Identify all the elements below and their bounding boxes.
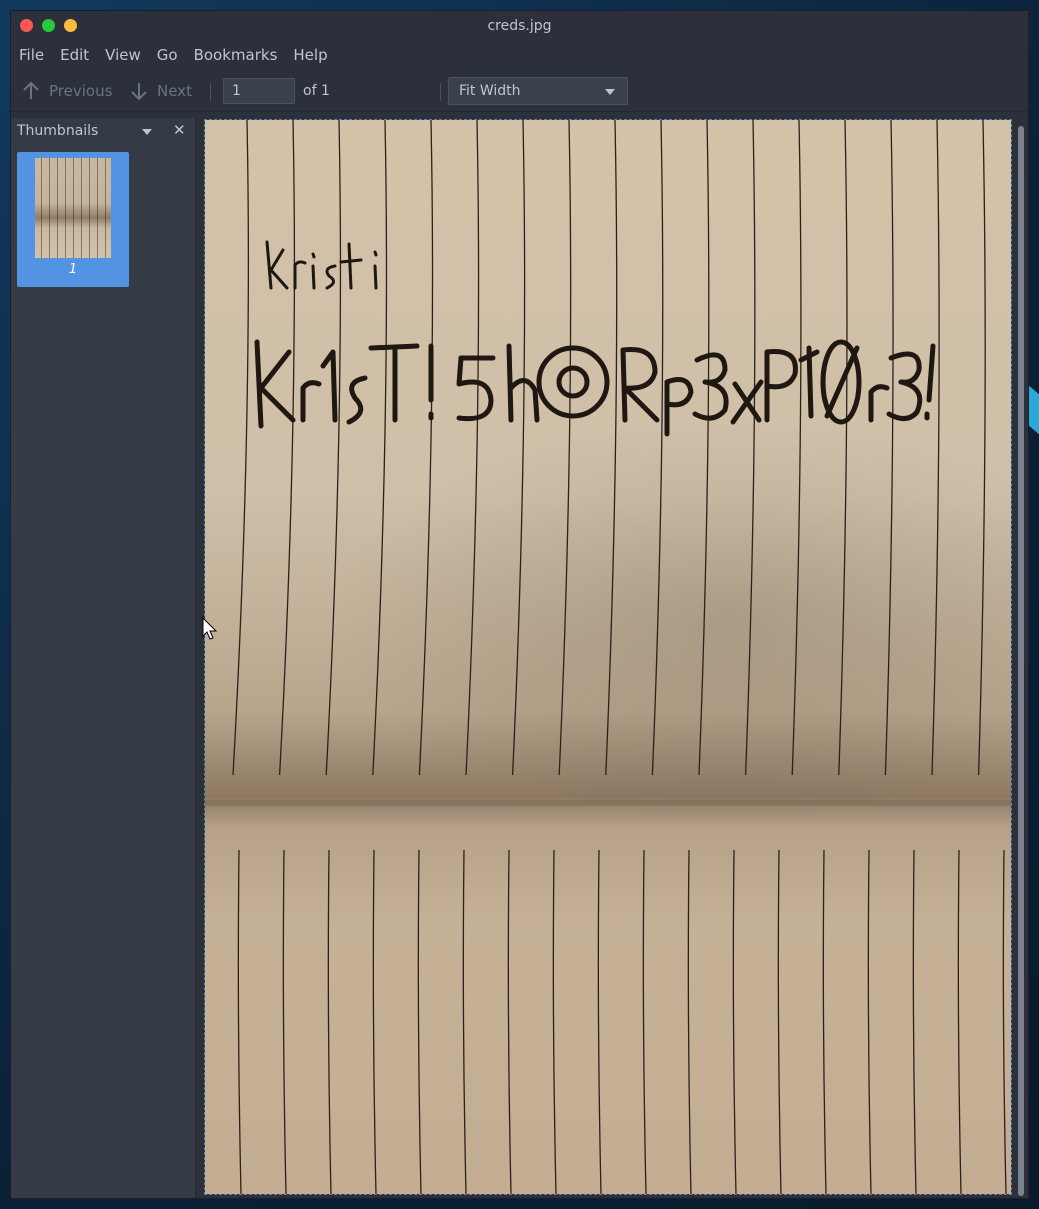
menu-edit[interactable]: Edit <box>52 41 97 69</box>
close-icon[interactable]: ✕ <box>173 121 186 139</box>
arrow-up-icon <box>23 81 39 99</box>
thumbnail-image <box>35 158 111 258</box>
menu-bookmarks[interactable]: Bookmarks <box>186 41 286 69</box>
sidebar-header: Thumbnails ✕ <box>11 118 195 144</box>
menu-go[interactable]: Go <box>149 41 186 69</box>
toolbar-separator <box>210 83 211 101</box>
chevron-down-icon <box>605 89 615 95</box>
window-title: creds.jpg <box>487 18 552 34</box>
toolbar: Previous Next of 1 Fit Width <box>11 71 1028 112</box>
previous-button[interactable]: Previous <box>21 79 112 103</box>
menu-help[interactable]: Help <box>285 41 335 69</box>
desktop-accent <box>1029 385 1039 435</box>
thumbnail-page-1[interactable]: 1 <box>17 152 129 287</box>
titlebar: creds.jpg <box>11 11 1028 41</box>
vertical-scrollbar[interactable] <box>1018 126 1024 1196</box>
next-label: Next <box>157 82 192 100</box>
chevron-down-icon[interactable] <box>142 129 152 135</box>
next-button[interactable]: Next <box>129 79 192 103</box>
zoom-select[interactable]: Fit Width <box>448 77 628 105</box>
page-total-label: of 1 <box>303 83 330 99</box>
page-image <box>204 119 1012 1195</box>
toolbar-separator <box>440 83 441 101</box>
document-viewer-window: creds.jpg File Edit View Go Bookmarks He… <box>10 10 1029 1199</box>
document-view[interactable] <box>197 118 1028 1198</box>
zoom-value: Fit Width <box>459 83 521 99</box>
menu-view[interactable]: View <box>97 41 149 69</box>
menubar: File Edit View Go Bookmarks Help <box>11 41 1028 69</box>
pointer-cursor-icon <box>202 617 218 640</box>
thumbnail-label: 1 <box>68 262 78 277</box>
sidebar-title: Thumbnails <box>17 123 99 139</box>
menu-file[interactable]: File <box>11 41 52 69</box>
arrow-down-icon <box>131 83 147 101</box>
previous-label: Previous <box>49 82 113 100</box>
page-number-input[interactable] <box>223 78 295 104</box>
thumbnails-sidebar: Thumbnails ✕ 1 <box>11 118 196 1198</box>
